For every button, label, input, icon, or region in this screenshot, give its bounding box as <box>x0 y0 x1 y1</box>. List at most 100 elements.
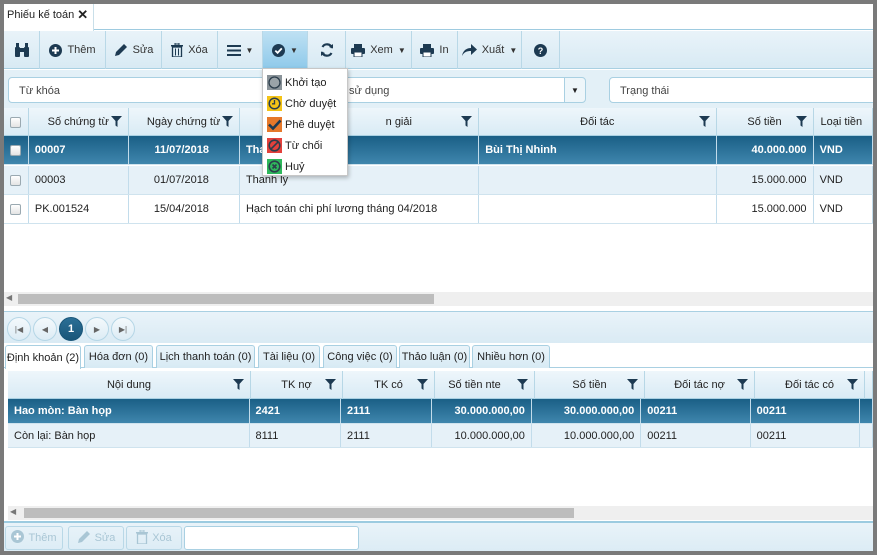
scroll-left-icon[interactable]: ◀ <box>10 507 16 516</box>
cell-doi-tac-co: 00211 <box>751 399 860 423</box>
detail-add-button[interactable]: Thêm <box>5 526 63 550</box>
scroll-left-icon[interactable]: ◀ <box>6 293 12 302</box>
select-all-checkbox[interactable] <box>10 116 22 128</box>
detail-table-row[interactable]: Hao mòn: Bàn họp 2421 2111 30.000.000,00… <box>8 399 873 424</box>
cell-doi-tac: Bùi Thị Nhinh <box>479 136 717 164</box>
filter-icon[interactable] <box>737 379 748 393</box>
next-page-button[interactable]: ▶ <box>85 317 109 341</box>
col-loai-tien[interactable]: Loại tiền <box>814 108 873 136</box>
col-ngay-chung-tu[interactable]: Ngày chứng từ <box>129 108 240 136</box>
print-button[interactable]: In <box>412 31 458 69</box>
cell-tk-co: 2111 <box>341 399 433 423</box>
detail-grid-hscrollbar[interactable]: ◀ <box>8 506 873 520</box>
filter-icon[interactable] <box>517 379 528 393</box>
col-label: Đối tác nợ <box>674 379 725 391</box>
delete-label: Xóa <box>152 532 172 544</box>
detail-table-row[interactable]: Còn lại: Bàn họp 8111 2111 10.000.000,00… <box>8 424 873 448</box>
cell-doi-tac-no: 00211 <box>641 399 751 423</box>
row-checkbox[interactable] <box>10 144 22 156</box>
tab-cong-viec[interactable]: Công việc (0) <box>323 345 397 368</box>
filter-icon[interactable] <box>795 116 807 130</box>
approve-status-button[interactable]: ▼ <box>263 31 308 69</box>
cell-so-chung-tu: PK.001524 <box>29 195 129 223</box>
view-button[interactable]: Xem ▼ <box>346 31 412 69</box>
more-menu-button[interactable]: ▼ <box>218 31 263 69</box>
cell-ngay: 01/07/2018 <box>129 166 240 194</box>
col-so-tien-nte[interactable]: Số tiền nte <box>435 371 535 399</box>
last-page-icon: ▶| <box>118 324 128 334</box>
export-button[interactable]: Xuất ▼ <box>458 31 522 69</box>
menu-item-phe-duyet[interactable]: Phê duyệt <box>263 114 347 135</box>
table-row[interactable]: 00007 11/07/2018 Tha Bùi Thị Nhinh 40.00… <box>4 136 873 165</box>
refresh-button[interactable] <box>308 31 346 69</box>
detail-toolbar-input[interactable] <box>184 526 359 550</box>
filter-icon[interactable] <box>627 379 638 393</box>
col-doi-tac[interactable]: Đối tác <box>479 108 717 136</box>
filter-icon[interactable] <box>417 379 428 393</box>
find-button[interactable] <box>4 31 40 69</box>
col-so-tien[interactable]: Số tiền <box>717 108 814 136</box>
filter-icon[interactable] <box>110 116 122 130</box>
filter-icon[interactable] <box>847 379 858 393</box>
filter-icon[interactable] <box>461 116 473 130</box>
cell-loai-tien: VND <box>814 166 873 194</box>
col-doi-tac-no[interactable]: Đối tác nợ <box>645 371 755 399</box>
tab-phieu-ke-toan[interactable]: Phiếu kế toán ✕ <box>4 4 94 31</box>
printer-icon <box>420 43 435 57</box>
first-page-button[interactable]: |◀ <box>7 317 31 341</box>
menu-item-huy[interactable]: Huỷ <box>263 156 347 177</box>
col-label: Ngày chứng từ <box>146 116 221 128</box>
last-page-button[interactable]: ▶| <box>111 317 135 341</box>
table-row[interactable]: 00003 01/07/2018 Thanh lý 15.000.000 VND <box>4 166 873 195</box>
chevron-down-icon: ▼ <box>509 45 518 55</box>
table-row[interactable]: PK.001524 15/04/2018 Hạch toán chi phí l… <box>4 195 873 224</box>
question-circle-icon: ? <box>534 43 547 57</box>
tab-nhieu-hon[interactable]: Nhiều hơn (0) <box>472 345 550 368</box>
help-button[interactable]: ? <box>522 31 560 69</box>
tab-lich-thanh-toan[interactable]: Lịch thanh toán (0) <box>156 345 255 368</box>
menu-item-label: Từ chối <box>285 139 323 152</box>
menu-item-cho-duyet[interactable]: Chờ duyệt <box>263 93 347 114</box>
usage-combo-input[interactable]: sử dụng <box>339 77 565 103</box>
main-grid-hscrollbar[interactable]: ◀ <box>4 292 873 306</box>
cell-doi-tac <box>479 195 717 223</box>
col-so-tien[interactable]: Số tiền <box>535 371 645 399</box>
cell-so-tien: 30.000.000,00 <box>532 399 642 423</box>
status-filter-input[interactable]: Trạng thái <box>609 77 873 103</box>
scrollbar-thumb[interactable] <box>24 508 574 518</box>
detail-edit-button[interactable]: Sửa <box>68 526 124 550</box>
cell-tk-no: 8111 <box>250 424 341 447</box>
tab-thao-luan[interactable]: Thảo luận (0) <box>399 345 470 368</box>
col-so-chung-tu[interactable]: Số chứng từ <box>29 108 129 136</box>
current-page-button[interactable]: 1 <box>59 317 83 341</box>
col-tk-no[interactable]: TK nợ <box>251 371 343 399</box>
print-label: In <box>439 44 449 56</box>
edit-button[interactable]: Sửa <box>106 31 162 69</box>
tab-hoa-don[interactable]: Hóa đơn (0) <box>84 345 153 368</box>
scrollbar-thumb[interactable] <box>18 294 434 304</box>
row-checkbox[interactable] <box>10 174 22 186</box>
filter-icon[interactable] <box>233 379 244 393</box>
tab-dinh-khoan[interactable]: Định khoản (2) <box>5 345 81 369</box>
close-icon[interactable]: ✕ <box>77 8 88 31</box>
prev-page-button[interactable]: ◀ <box>33 317 57 341</box>
filter-icon[interactable] <box>221 116 233 130</box>
usage-combo-dropdown[interactable]: ▼ <box>564 77 586 103</box>
menu-item-tu-choi[interactable]: Từ chối <box>263 135 347 156</box>
row-checkbox[interactable] <box>10 203 22 215</box>
filter-icon[interactable] <box>325 379 336 393</box>
col-noi-dung[interactable]: Nội dung <box>8 371 251 399</box>
menu-item-label: Phê duyệt <box>285 118 335 131</box>
tab-tai-lieu[interactable]: Tài liệu (0) <box>258 345 320 368</box>
menu-item-khoi-tao[interactable]: Khởi tạo <box>263 72 347 93</box>
cell-ngay: 15/04/2018 <box>129 195 240 223</box>
col-tk-co[interactable]: TK có <box>343 371 435 399</box>
add-button[interactable]: Thêm <box>40 31 106 69</box>
delete-button[interactable]: Xóa <box>162 31 218 69</box>
detail-delete-button[interactable]: Xóa <box>126 526 182 550</box>
chevron-down-icon: ▼ <box>245 45 254 55</box>
col-doi-tac-co[interactable]: Đối tác có <box>755 371 865 399</box>
col-label: Loại tiền <box>820 116 863 128</box>
filter-icon[interactable] <box>698 116 710 130</box>
